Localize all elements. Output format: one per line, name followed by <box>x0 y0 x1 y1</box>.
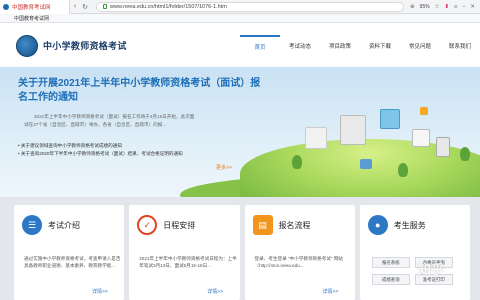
card-schedule[interactable]: ✓ 日程安排 2021年上半年中小学教师资格考试日程为：上半年笔试3月13日、面… <box>129 205 240 300</box>
nav-downloads[interactable]: 资料下载 <box>360 35 400 57</box>
building-decoration <box>412 129 430 147</box>
details-link[interactable]: 详情>> <box>207 288 223 295</box>
card-title: 日程安排 <box>163 220 196 230</box>
download-icon[interactable]: ⬇ <box>445 4 450 10</box>
headline-link[interactable]: 关于开展2021年上半年中小学教师资格考试（面试）报名工作的通知 <box>18 77 263 105</box>
score-query-button[interactable]: 成绩查询 <box>371 274 410 285</box>
address-bar[interactable]: www.neea.edu.cn/html1/folder/1507/1076-1… <box>96 1 404 12</box>
news-link[interactable]: 关于建议领域查询中小学教师资格考试成绩的通知 <box>18 142 183 150</box>
card-body: 通过实施中小学教师资格考试，考查申请人是否具备教师职业道德、基本素养、教育教学能… <box>24 256 121 268</box>
card-body: 2021年上半年中小学教师资格考试日程为：上半年笔试3月13日、面试5月15-1… <box>139 256 237 268</box>
tree-decoration <box>292 155 302 169</box>
zoom-icon[interactable]: ⊕ <box>410 4 415 10</box>
building-decoration <box>360 159 372 169</box>
card-title: 考试介绍 <box>48 220 80 230</box>
summary-line: 2021年上半年中小学教师资格考试（面试）报名工作将于4月15日开始，此次面 <box>34 114 195 119</box>
book-icon: ☰ <box>22 215 42 235</box>
building-decoration <box>436 137 450 157</box>
building-decoration <box>380 109 400 129</box>
nav-faq[interactable]: 常见问题 <box>400 35 440 57</box>
browser-toolbar: 中国教育考试网 ‹ ↻ www.neea.edu.cn/html1/folder… <box>0 0 480 14</box>
site-title[interactable]: 中小学教师资格考试 <box>43 39 127 52</box>
site-logo-icon[interactable] <box>16 35 38 57</box>
card-title: 报名流程 <box>278 220 311 230</box>
nav-policy[interactable]: 项目政策 <box>320 35 360 57</box>
main-nav: 首页 考试动态 项目政策 资料下载 常见问题 联系我们 <box>240 35 480 57</box>
tab-title: 中国教育考试网 <box>12 4 51 11</box>
zoom-level: 95% <box>419 3 430 10</box>
minimize-icon[interactable]: – <box>462 4 465 10</box>
building-decoration <box>305 127 327 149</box>
service-cards: ☰ 考试介绍 通过实施中小学教师资格考试，考查申请人是否具备教师职业道德、基本素… <box>0 197 480 300</box>
user-icon: ● <box>367 215 388 235</box>
lock-icon <box>103 4 107 9</box>
bookmark-star-icon[interactable]: ☆ <box>435 4 440 10</box>
headline-summary: 2021年上半年中小学教师资格考试（面试）报名工作将于4月15日开始，此次面 试… <box>24 113 244 128</box>
card-registration[interactable]: ▤ 报名流程 登录、考生登录 "中小学教师资格考试" 网站（http://ntc… <box>244 205 355 300</box>
news-links: 关于建议领域查询中小学教师资格考试成绩的通知 关于查询2020年下半年中小学教师… <box>18 142 183 158</box>
site-favicon-icon <box>3 3 9 10</box>
card-body: 登录、考生登录 "中小学教师资格考试" 网站（http://ntce.neea.… <box>254 256 344 268</box>
check-icon: ✓ <box>137 215 158 235</box>
registration-system-button[interactable]: 报名系统 <box>371 257 410 268</box>
building-decoration <box>420 107 428 115</box>
details-link[interactable]: 详情>> <box>92 288 108 295</box>
hero-banner: 关于开展2021年上半年中小学教师资格考试（面试）报名工作的通知 2021年上半… <box>0 67 480 197</box>
bookmarks-bar: 中国教育考试网 <box>0 14 480 23</box>
nav-exam-news[interactable]: 考试动态 <box>280 35 320 57</box>
refresh-icon[interactable]: ↻ <box>80 3 90 11</box>
url-text: www.neea.edu.cn/html1/folder/1507/1076-1… <box>110 3 227 10</box>
card-title: 考生服务 <box>393 220 426 230</box>
nav-home[interactable]: 首页 <box>240 35 280 57</box>
details-link[interactable]: 详情>> <box>323 288 339 295</box>
browser-tab[interactable]: 中国教育考试网 <box>0 0 70 14</box>
site-header: 中小学教师资格考试 首页 考试动态 项目政策 资料下载 常见问题 联系我们 <box>0 23 480 67</box>
certificate-icon: ▤ <box>252 215 273 235</box>
nav-contact[interactable]: 联系我们 <box>440 35 480 57</box>
news-link[interactable]: 关于查询2020年下半年中小学教师资格考试（面试）结果、考试合格证明的通知 <box>18 150 183 158</box>
building-decoration <box>340 115 366 145</box>
summary-line: 试在27个省（自治区、直辖市）举办，各省（自治区、直辖市）的报... <box>24 121 167 127</box>
close-icon[interactable]: ✕ <box>470 4 475 10</box>
more-link[interactable]: 更多>> <box>216 164 232 171</box>
bookmark-item[interactable]: 中国教育考试网 <box>14 15 49 22</box>
menu-icon[interactable]: ≡ <box>454 4 457 10</box>
card-exam-intro[interactable]: ☰ 考试介绍 通过实施中小学教师资格考试，考查申请人是否具备教师职业道德、基本素… <box>14 205 125 300</box>
watermark: 知乎 <box>418 262 445 277</box>
card-candidate-services: ● 考生服务 报名系统 合格证查询 成绩查询 准考证打印 <box>359 205 470 300</box>
tree-decoration <box>398 163 408 177</box>
back-icon[interactable]: ‹ <box>70 3 80 10</box>
tree-decoration <box>460 147 470 161</box>
